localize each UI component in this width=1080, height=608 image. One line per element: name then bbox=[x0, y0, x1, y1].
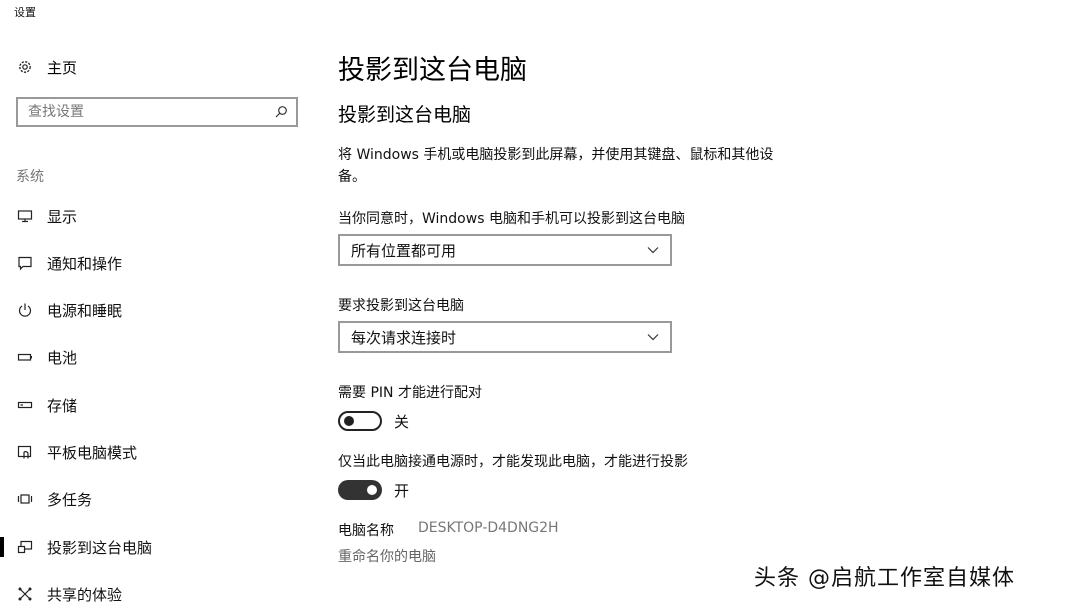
sidebar-item-multitasking[interactable]: 多任务 bbox=[0, 485, 320, 513]
pc-name-label: 电脑名称 bbox=[338, 523, 394, 539]
pc-name-value: DESKTOP-D4DNG2H bbox=[418, 520, 559, 536]
search-input[interactable] bbox=[18, 100, 270, 124]
rename-pc-link[interactable]: 重命名你的电脑 bbox=[338, 546, 436, 566]
sidebar-item-display[interactable]: 显示 bbox=[0, 202, 320, 230]
app-title: 设置 bbox=[14, 6, 36, 19]
sidebar-item-label: 通知和操作 bbox=[47, 254, 123, 273]
require-pin-toggle[interactable] bbox=[338, 411, 382, 431]
allow-projection-label: 当你同意时，Windows 电脑和手机可以投影到这台电脑 bbox=[338, 211, 685, 227]
power-icon bbox=[16, 301, 34, 319]
toggle-state-label: 开 bbox=[394, 481, 410, 500]
power-only-label: 仅当此电脑接通电源时，才能发现此电脑，才能进行投影 bbox=[338, 454, 688, 470]
project-icon bbox=[16, 538, 34, 556]
sidebar-item-label: 投影到这台电脑 bbox=[47, 538, 153, 557]
storage-icon bbox=[16, 396, 34, 414]
section-label-system: 系统 bbox=[16, 169, 44, 185]
dropdown-value: 所有位置都可用 bbox=[351, 241, 457, 260]
chevron-down-icon bbox=[646, 243, 660, 257]
sidebar-item-storage[interactable]: 存储 bbox=[0, 391, 320, 419]
require-pin-label: 需要 PIN 才能进行配对 bbox=[338, 385, 482, 401]
notification-icon bbox=[16, 254, 34, 272]
home-label: 主页 bbox=[47, 58, 78, 77]
dropdown-value: 每次请求连接时 bbox=[351, 328, 457, 347]
gear-icon bbox=[16, 58, 34, 76]
shared-experiences-icon bbox=[16, 585, 34, 603]
ask-projection-dropdown[interactable]: 每次请求连接时 bbox=[338, 321, 672, 353]
chevron-down-icon bbox=[646, 330, 660, 344]
tablet-mode-icon bbox=[16, 443, 34, 461]
power-only-toggle[interactable] bbox=[338, 480, 382, 500]
sidebar-item-label: 电池 bbox=[47, 348, 78, 367]
sidebar-item-shared-experiences[interactable]: 共享的体验 bbox=[0, 580, 320, 608]
multitasking-icon bbox=[16, 490, 34, 508]
search-icon[interactable] bbox=[270, 101, 292, 123]
sidebar-item-label: 共享的体验 bbox=[47, 585, 123, 604]
description-text: 将 Windows 手机或电脑投影到此屏幕，并使用其键盘、鼠标和其他设备。 bbox=[338, 147, 774, 185]
sidebar-item-label: 显示 bbox=[47, 207, 78, 226]
allow-projection-dropdown[interactable]: 所有位置都可用 bbox=[338, 234, 672, 266]
toggle-knob bbox=[367, 485, 377, 495]
sidebar-item-label: 存储 bbox=[47, 396, 78, 415]
page-title: 投影到这台电脑 bbox=[338, 55, 527, 86]
section-title: 投影到这台电脑 bbox=[338, 104, 472, 126]
home-link[interactable]: 主页 bbox=[16, 56, 77, 78]
require-pin-toggle-row: 关 bbox=[338, 409, 409, 433]
sidebar-item-notifications[interactable]: 通知和操作 bbox=[0, 249, 320, 277]
pc-name-row: 电脑名称 DESKTOP-D4DNG2H bbox=[338, 520, 559, 540]
battery-icon bbox=[16, 348, 34, 366]
power-only-toggle-row: 开 bbox=[338, 478, 409, 502]
watermark: 头条 @启航工作室自媒体 bbox=[754, 566, 1015, 591]
sidebar-item-tablet-mode[interactable]: 平板电脑模式 bbox=[0, 438, 320, 466]
sidebar-item-label: 平板电脑模式 bbox=[47, 443, 138, 462]
monitor-icon bbox=[16, 207, 34, 225]
sidebar-item-project-to-pc[interactable]: 投影到这台电脑 bbox=[0, 533, 320, 561]
toggle-state-label: 关 bbox=[394, 412, 410, 431]
sidebar-item-power[interactable]: 电源和睡眠 bbox=[0, 296, 320, 324]
sidebar-item-battery[interactable]: 电池 bbox=[0, 343, 320, 371]
ask-projection-label: 要求投影到这台电脑 bbox=[338, 298, 464, 314]
search-box[interactable] bbox=[16, 97, 298, 127]
sidebar-item-label: 电源和睡眠 bbox=[47, 301, 123, 320]
toggle-knob bbox=[344, 416, 354, 426]
sidebar-item-label: 多任务 bbox=[47, 490, 93, 509]
